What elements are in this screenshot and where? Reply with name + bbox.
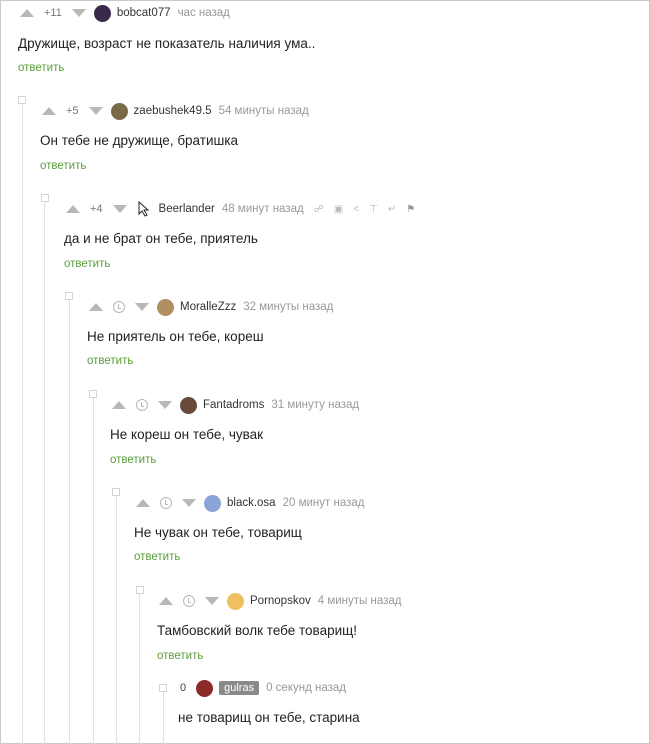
collapse-toggle[interactable] [159, 684, 167, 692]
thread-line [22, 100, 23, 744]
reply-link[interactable]: ответить [110, 454, 156, 466]
clock-icon [160, 497, 172, 509]
rating: +4 [90, 203, 103, 215]
mouse-cursor-icon [138, 201, 149, 217]
comment-text: да и не брат он тебе, приятель [64, 231, 258, 246]
reply-link[interactable]: ответить [40, 160, 86, 172]
comment-text: Он тебе не дружище, братишка [40, 133, 239, 148]
thread-line [44, 198, 45, 744]
reply-link[interactable]: ответить [18, 62, 64, 74]
timestamp[interactable]: час назад [178, 7, 230, 19]
arrow-down-icon[interactable] [71, 9, 86, 17]
avatar[interactable] [180, 396, 197, 414]
comment-text: не товарищ он тебе, старина [178, 710, 360, 725]
arrow-up-icon[interactable] [20, 9, 34, 17]
arrow-down-icon[interactable] [135, 303, 149, 311]
arrow-down-icon[interactable] [182, 499, 196, 507]
rating: +5 [66, 105, 79, 117]
thread-line [93, 394, 94, 744]
avatar[interactable] [227, 592, 244, 610]
rating: 0 [180, 682, 187, 694]
clock-icon [183, 595, 195, 607]
reply-link[interactable]: ответить [64, 258, 110, 270]
arrow-down-icon[interactable] [88, 107, 103, 115]
arrow-down-icon[interactable] [205, 597, 219, 605]
reply-link[interactable]: ответить [134, 551, 180, 563]
collapse-toggle[interactable] [89, 390, 97, 398]
timestamp[interactable]: 4 минуты назад [318, 595, 402, 607]
thread-line [116, 492, 117, 744]
username[interactable]: Pornopskov [250, 595, 311, 607]
avatar[interactable] [93, 4, 111, 22]
arrow-up-icon[interactable] [112, 401, 126, 409]
timestamp[interactable]: 54 минуты назад [219, 105, 309, 117]
reply-link[interactable]: ответить [157, 650, 203, 662]
timestamp[interactable]: 32 минуты назад [243, 301, 333, 313]
username[interactable]: Beerlander [159, 203, 215, 215]
timestamp[interactable]: 31 минуту назад [271, 399, 359, 411]
arrow-up-icon[interactable] [66, 205, 80, 213]
timestamp[interactable]: 48 минут назад [222, 203, 304, 215]
username[interactable]: Fantadroms [203, 399, 264, 411]
collapse-toggle[interactable] [136, 586, 144, 594]
username[interactable]: gulras [219, 681, 260, 695]
username[interactable]: black.osa [227, 497, 276, 509]
arrow-down-icon[interactable] [158, 401, 172, 409]
arrow-up-icon[interactable] [136, 499, 150, 507]
collapse-toggle[interactable] [65, 292, 73, 300]
pin-icon[interactable]: ⊤ [369, 204, 378, 215]
thread-line [139, 590, 140, 744]
avatar[interactable] [110, 102, 128, 120]
save-icon[interactable]: ▣ [334, 204, 343, 215]
comment-text: Не чувак он тебе, товарищ [134, 525, 302, 540]
username[interactable]: zaebushek49.5 [134, 105, 212, 117]
timestamp[interactable]: 20 минут назад [283, 497, 365, 509]
share-icon[interactable]: < [353, 204, 359, 215]
username[interactable]: MoralleZzz [180, 301, 236, 313]
arrow-up-icon[interactable] [89, 303, 103, 311]
thread-line [163, 688, 164, 744]
reply-icon[interactable]: ↵ [388, 204, 396, 215]
arrow-down-icon[interactable] [112, 205, 127, 213]
thread-line [69, 296, 70, 744]
clock-icon [113, 301, 125, 313]
collapse-toggle[interactable] [112, 488, 120, 496]
avatar[interactable] [204, 494, 221, 512]
avatar[interactable] [196, 679, 214, 697]
arrow-up-icon[interactable] [159, 597, 173, 605]
comment-text: Не приятель он тебе, кореш [87, 329, 264, 344]
timestamp[interactable]: 0 секунд назад [266, 682, 346, 694]
collapse-toggle[interactable] [18, 96, 26, 104]
clock-icon [136, 399, 148, 411]
link-icon[interactable]: ☍ [314, 204, 324, 215]
rating: +11 [44, 7, 62, 19]
flag-icon[interactable]: ⚑ [406, 204, 415, 215]
avatar[interactable] [157, 298, 174, 316]
collapse-toggle[interactable] [41, 194, 49, 202]
username[interactable]: bobcat077 [117, 7, 171, 19]
comment-text: Не кореш он тебе, чувак [110, 427, 264, 442]
comment-text: Дружище, возраст не показатель наличия у… [18, 36, 316, 51]
arrow-up-icon[interactable] [42, 107, 56, 115]
comment-text: Тамбовский волк тебе товарищ! [157, 623, 357, 638]
reply-link[interactable]: ответить [87, 355, 133, 367]
